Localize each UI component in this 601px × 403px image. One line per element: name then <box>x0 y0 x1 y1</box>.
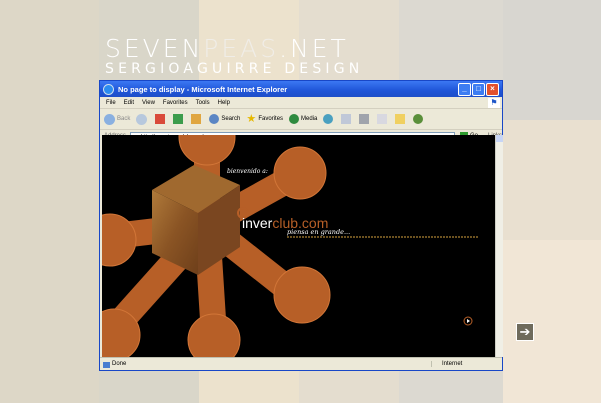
messenger-icon <box>413 114 424 124</box>
folder-button[interactable] <box>395 114 407 124</box>
menu-tools[interactable]: Tools <box>196 100 210 106</box>
forward-button[interactable] <box>136 113 149 125</box>
refresh-button[interactable] <box>173 114 185 124</box>
home-icon <box>191 114 202 124</box>
title-bar: No page to display - Microsoft Internet … <box>100 81 502 97</box>
forward-arrow-icon <box>136 113 148 125</box>
search-icon <box>209 114 220 124</box>
inverclub-graphic: bienvenido a: inverclub.com piensa en gr… <box>102 135 478 357</box>
menu-view[interactable]: View <box>142 100 155 106</box>
mail-button[interactable] <box>341 114 353 124</box>
refresh-icon <box>173 114 184 124</box>
folder-icon <box>395 114 406 124</box>
menu-help[interactable]: Help <box>218 100 230 106</box>
print-button[interactable] <box>359 114 371 124</box>
back-button[interactable]: Back <box>104 113 130 125</box>
maximize-button[interactable]: □ <box>472 82 485 96</box>
site-title: SEVENPEAS.NET <box>105 34 349 63</box>
menu-bar: File Edit View Favorites Tools Help ⚑ <box>100 97 502 109</box>
close-button[interactable]: × <box>486 82 499 96</box>
ie-icon <box>103 83 114 95</box>
home-button[interactable] <box>191 114 203 124</box>
toolbar: Back Search ★ Favorites Media <box>100 109 502 130</box>
vertical-scrollbar[interactable] <box>495 135 503 357</box>
arrow-right-icon: ➔ <box>519 324 531 339</box>
favorites-button[interactable]: ★ Favorites <box>246 113 283 125</box>
bg-band <box>0 0 99 403</box>
brand-inver: inver <box>242 215 273 231</box>
security-zone: Internet <box>431 361 502 367</box>
wood-cube <box>152 165 240 275</box>
windows-logo-icon: ⚑ <box>488 97 500 108</box>
edit-button[interactable] <box>377 114 389 124</box>
site-subtitle: SERGIOAGUIRRE DESIGN <box>105 61 364 77</box>
minimize-button[interactable]: _ <box>458 82 471 96</box>
play-icon <box>467 319 470 323</box>
status-bar: Done Internet <box>100 357 502 370</box>
next-arrow-button[interactable]: ➔ <box>516 323 534 341</box>
search-button[interactable]: Search <box>209 114 240 124</box>
window-title: No page to display - Microsoft Internet … <box>118 84 288 94</box>
media-button[interactable]: Media <box>289 114 317 124</box>
welcome-text: bienvenido a: <box>227 168 268 175</box>
bg-band <box>503 240 601 403</box>
back-arrow-icon <box>104 113 115 125</box>
edit-icon <box>377 114 388 124</box>
site-heading: SEVENPEAS.NET SERGIOAGUIRRE DESIGN <box>105 36 363 76</box>
status-text: Done <box>100 361 431 368</box>
mail-icon <box>341 114 352 124</box>
menu-favorites[interactable]: Favorites <box>163 100 188 106</box>
history-button[interactable] <box>323 114 335 124</box>
history-icon <box>323 114 334 124</box>
print-icon <box>359 114 370 124</box>
scroll-up-icon[interactable] <box>496 135 503 142</box>
menu-edit[interactable]: Edit <box>124 100 134 106</box>
page-content: bienvenido a: inverclub.com piensa en gr… <box>102 135 495 357</box>
browser-window: No page to display - Microsoft Internet … <box>99 80 503 371</box>
tagline: piensa en grande... <box>287 228 350 236</box>
star-icon: ★ <box>246 113 257 125</box>
menu-file[interactable]: File <box>106 100 116 106</box>
media-icon <box>289 114 300 124</box>
stop-icon <box>155 114 166 124</box>
messenger-button[interactable] <box>413 114 425 124</box>
stop-button[interactable] <box>155 114 167 124</box>
